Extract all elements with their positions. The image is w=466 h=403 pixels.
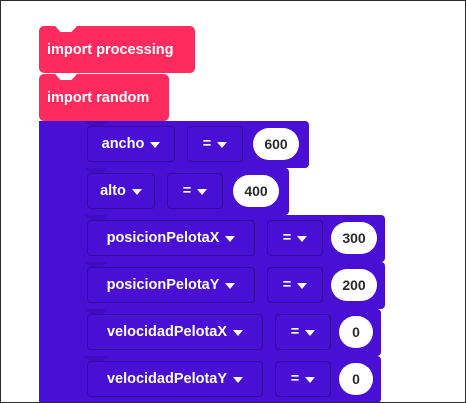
assign-block-ancho[interactable]: ancho = 600 (39, 121, 309, 168)
variable-dropdown[interactable]: posicionPelotaY (87, 267, 255, 303)
assign-block-velocidadPelotaY[interactable]: velocidadPelotaY = 0 (39, 356, 381, 402)
value-text: 400 (244, 183, 268, 199)
block-workspace: import processing import random ancho = … (0, 0, 466, 403)
assign-block-velocidadPelotaX[interactable]: velocidadPelotaX = 0 (39, 309, 381, 356)
import-processing-block[interactable]: import processing (39, 26, 195, 73)
value-text: 300 (342, 230, 366, 246)
caret-down-icon (225, 282, 236, 289)
operator-label: = (290, 324, 300, 340)
operator-dropdown[interactable]: = (267, 220, 323, 256)
operator-label: = (182, 183, 192, 199)
operator-label: = (290, 371, 300, 387)
caret-down-icon (233, 376, 244, 383)
value-field[interactable]: 200 (331, 269, 377, 301)
value-field[interactable]: 400 (233, 175, 279, 207)
value-field[interactable]: 300 (331, 222, 377, 254)
assign-block-posicionPelotaY[interactable]: posicionPelotaY = 200 (39, 262, 385, 309)
variable-name: velocidadPelotaX (106, 324, 228, 340)
caret-down-icon (305, 329, 316, 336)
import-random-block[interactable]: import random (39, 74, 169, 121)
operator-dropdown[interactable]: = (267, 267, 323, 303)
import-random-label: import random (47, 89, 150, 106)
caret-down-icon (297, 235, 308, 242)
caret-down-icon (297, 282, 308, 289)
operator-label: = (282, 230, 292, 246)
variable-name: alto (100, 183, 126, 199)
variable-dropdown[interactable]: velocidadPelotaX (87, 314, 263, 350)
import-processing-label: import processing (47, 41, 174, 58)
variable-dropdown[interactable]: posicionPelotaX (87, 220, 255, 256)
value-text: 0 (352, 324, 360, 340)
operator-label: = (202, 136, 212, 152)
variable-name: posicionPelotaY (106, 277, 220, 293)
caret-down-icon (305, 376, 316, 383)
operator-dropdown[interactable]: = (275, 314, 331, 350)
value-text: 600 (264, 136, 288, 152)
operator-label: = (282, 277, 292, 293)
caret-down-icon (131, 188, 142, 195)
variable-name: ancho (101, 136, 145, 152)
variable-dropdown[interactable]: velocidadPelotaY (87, 361, 263, 397)
operator-dropdown[interactable]: = (167, 173, 223, 209)
caret-down-icon (225, 235, 236, 242)
variable-name: velocidadPelotaY (106, 371, 228, 387)
variable-dropdown[interactable]: ancho (87, 126, 175, 162)
value-field[interactable]: 0 (339, 363, 373, 395)
block-notch (55, 74, 77, 80)
operator-dropdown[interactable]: = (187, 126, 243, 162)
value-field[interactable]: 0 (339, 316, 373, 348)
caret-down-icon (217, 141, 228, 148)
operator-dropdown[interactable]: = (275, 361, 331, 397)
assign-block-alto[interactable]: alto = 400 (39, 168, 289, 215)
value-text: 0 (352, 371, 360, 387)
assign-block-posicionPelotaX[interactable]: posicionPelotaX = 300 (39, 215, 385, 262)
variable-name: posicionPelotaX (106, 230, 220, 246)
caret-down-icon (233, 329, 244, 336)
value-field[interactable]: 600 (253, 128, 299, 160)
caret-down-icon (197, 188, 208, 195)
block-notch (55, 26, 77, 32)
value-text: 200 (342, 277, 366, 293)
caret-down-icon (150, 141, 161, 148)
variable-dropdown[interactable]: alto (87, 173, 155, 209)
